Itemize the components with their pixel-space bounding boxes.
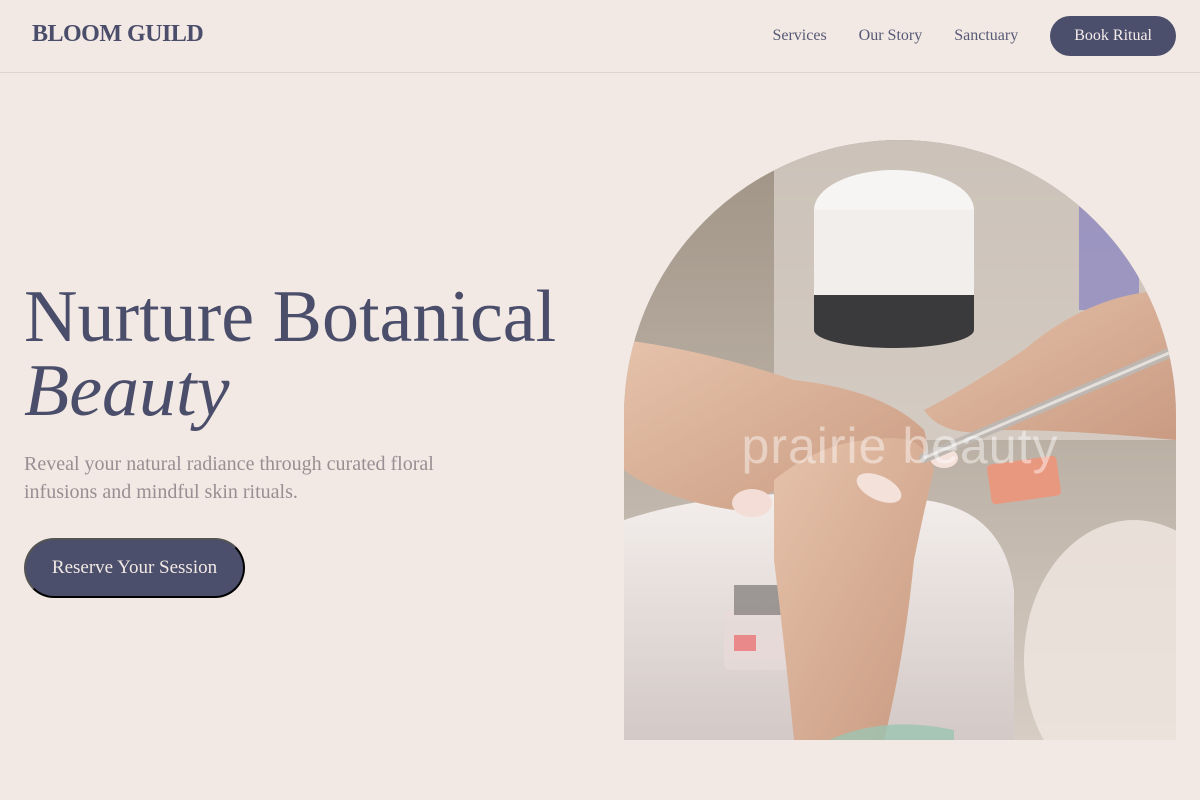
nav-link-our-story[interactable]: Our Story (859, 17, 923, 55)
hero-image: prairie beauty (624, 140, 1176, 740)
hero-subtitle: Reveal your natural radiance through cur… (24, 453, 434, 503)
hero-title-line1: Nurture Botanical (24, 276, 557, 358)
reserve-session-button[interactable]: Reserve Your Session (24, 538, 245, 598)
nav-link-sanctuary[interactable]: Sanctuary (954, 17, 1018, 55)
book-ritual-button[interactable]: Book Ritual (1050, 16, 1176, 56)
image-watermark: prairie beauty (741, 418, 1059, 474)
brand-logo[interactable]: BLOOM GUILD (32, 21, 204, 48)
hero-title: Nurture Botanical Beauty (24, 280, 556, 428)
main-nav: Services Our Story Sanctuary Book Ritual (772, 16, 1176, 56)
hero-title-line2: Beauty (24, 350, 230, 432)
site-header: BLOOM GUILD Services Our Story Sanctuary… (0, 0, 1200, 73)
nav-link-services[interactable]: Services (772, 17, 826, 55)
